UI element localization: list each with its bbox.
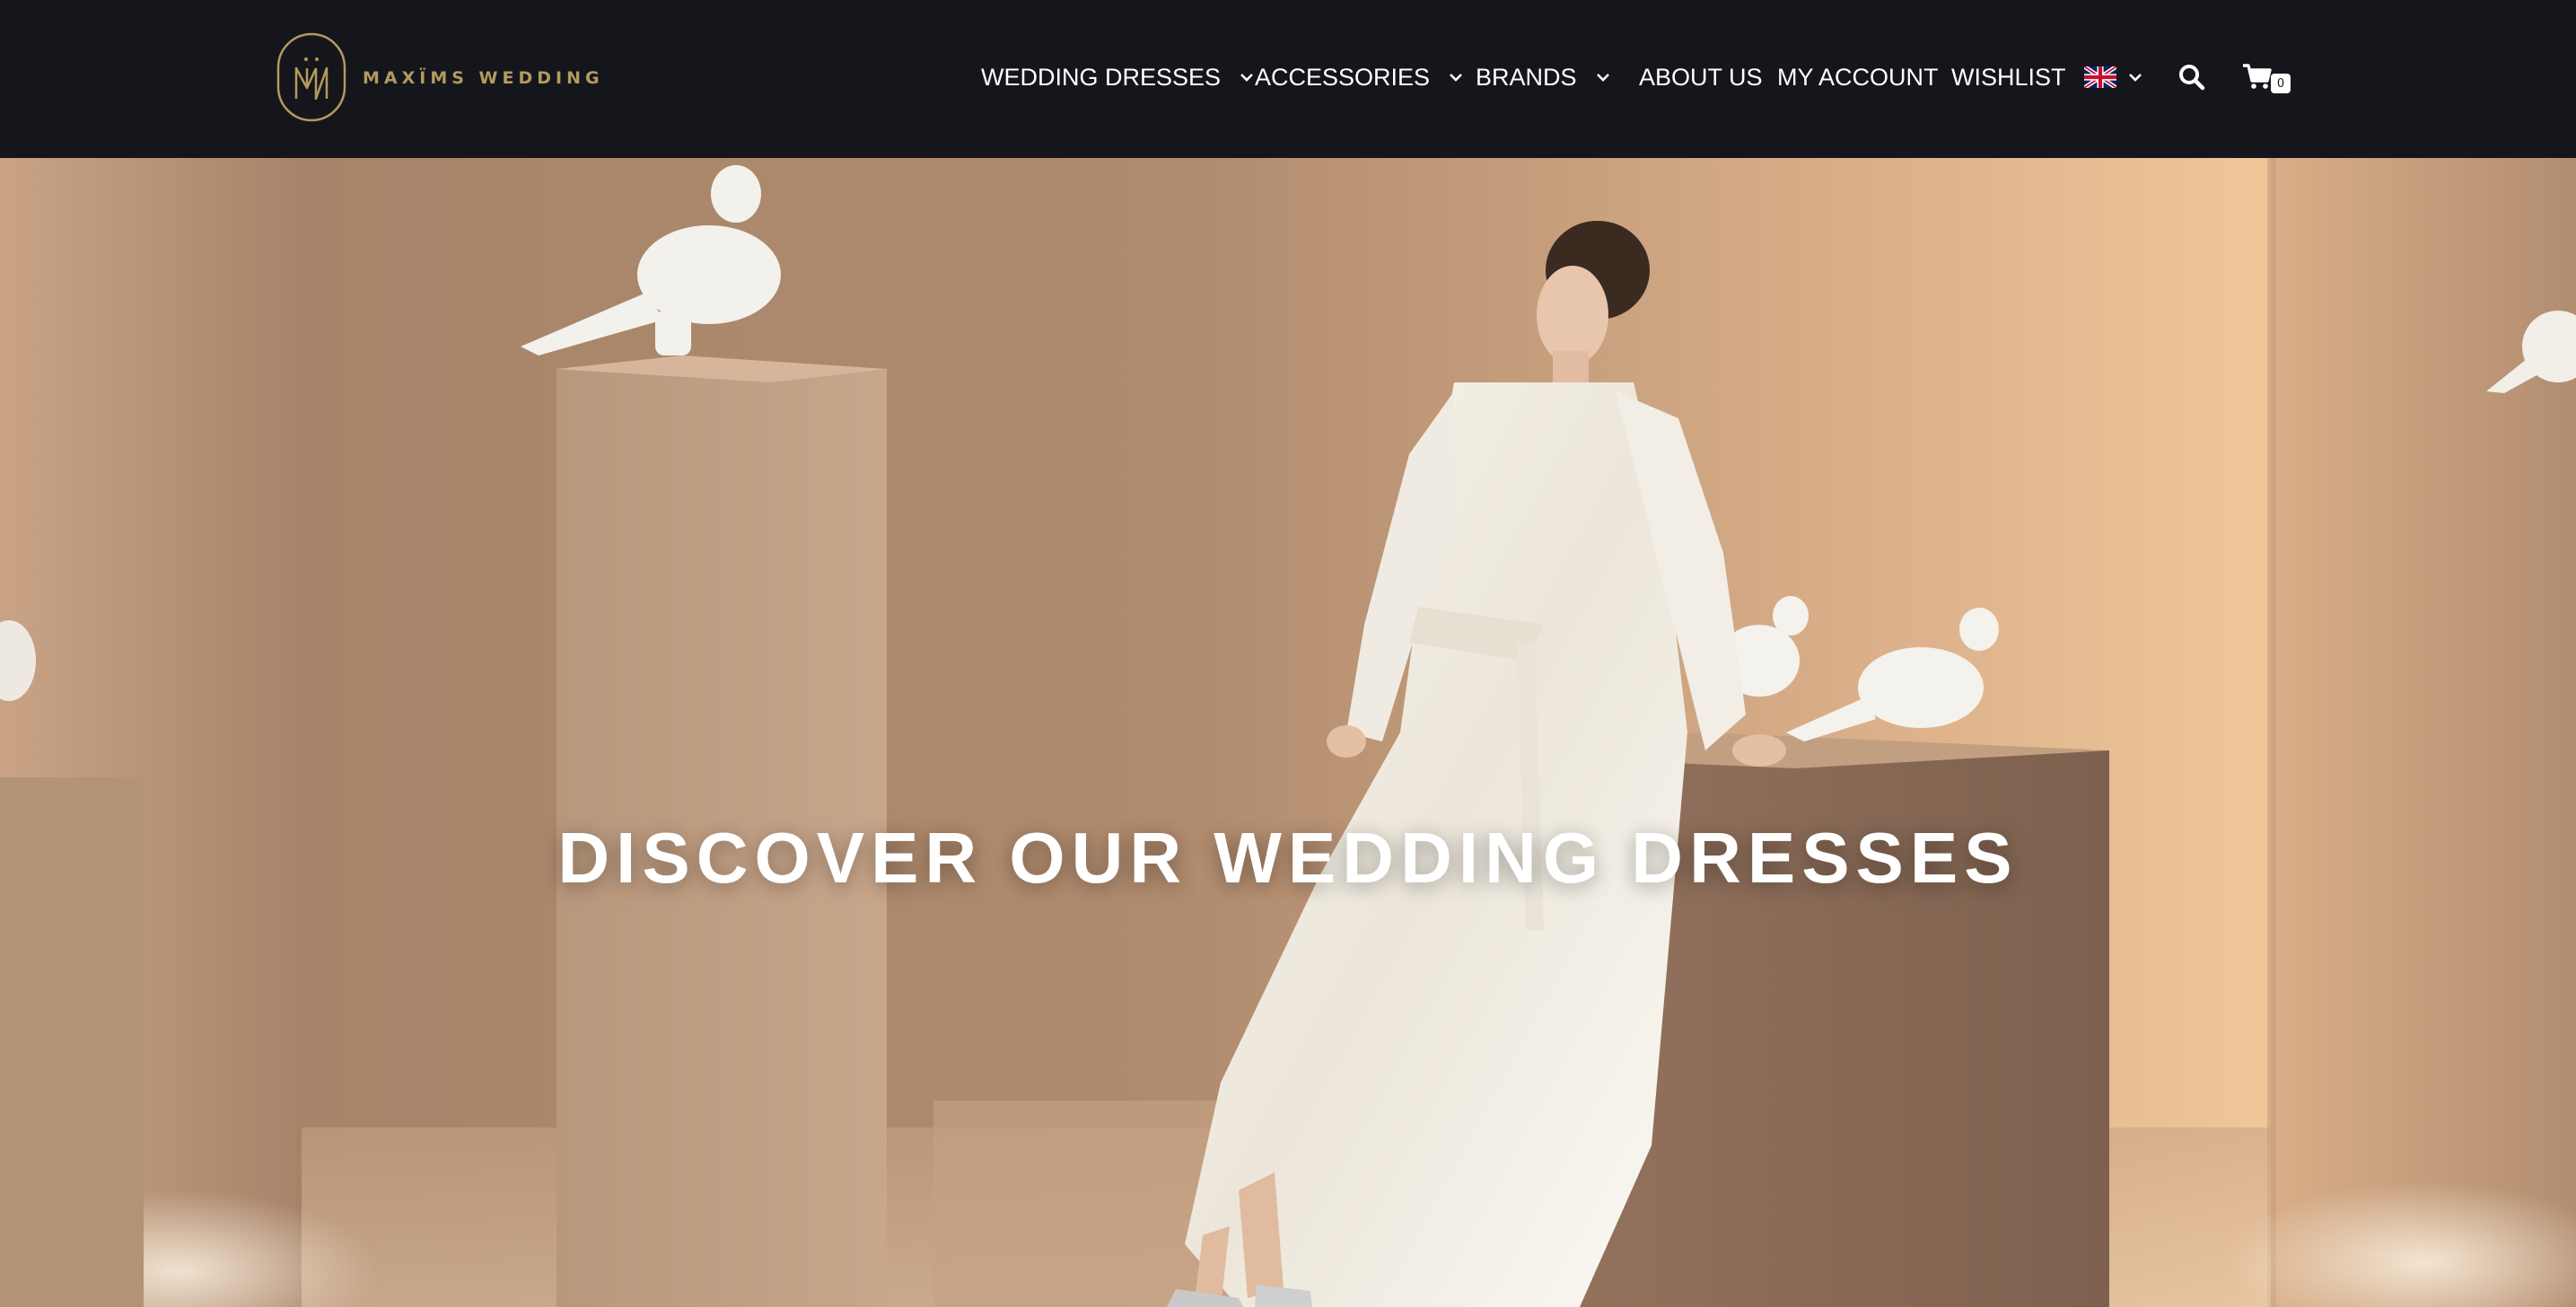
nav-item-label: MY ACCOUNT <box>1777 63 1939 91</box>
hero-image <box>0 158 2576 1307</box>
hero-title: DISCOVER OUR WEDDING DRESSES <box>557 817 2019 898</box>
search-icon <box>2179 65 2205 91</box>
cart-button[interactable]: 0 <box>2240 54 2291 101</box>
nav-item-label: WEDDING DRESSES <box>981 63 1222 91</box>
chevron-down-icon <box>1596 74 1609 82</box>
chevron-down-icon <box>1240 74 1253 82</box>
nav-item-wishlist[interactable]: WISHLIST <box>1951 54 2066 101</box>
nav-item-about-us[interactable]: ABOUT US <box>1639 54 1763 101</box>
search-button[interactable] <box>2176 54 2208 101</box>
uk-flag-icon <box>2084 66 2116 88</box>
nav-item-my-account[interactable]: MY ACCOUNT <box>1777 54 1939 101</box>
nav-item-label: WISHLIST <box>1951 63 2066 91</box>
nav-item-label: ABOUT US <box>1639 63 1763 91</box>
chevron-down-icon <box>1450 74 1462 82</box>
cart-count-badge: 0 <box>2271 74 2291 93</box>
nav-item-label: BRANDS <box>1476 63 1577 91</box>
site-header: MAXÏMS WEDDING WEDDING DRESSES ACCESSORI… <box>0 0 2576 158</box>
nav-item-accessories[interactable]: ACCESSORIES <box>1255 54 1464 101</box>
hero-banner[interactable]: DISCOVER OUR WEDDING DRESSES <box>0 158 2576 1307</box>
nav-item-wedding-dresses[interactable]: WEDDING DRESSES <box>981 54 1255 101</box>
language-switcher[interactable] <box>2084 54 2143 101</box>
main-nav: WEDDING DRESSES ACCESSORIES BRANDS ABOUT… <box>0 54 2576 101</box>
nav-item-brands[interactable]: BRANDS <box>1476 54 1611 101</box>
nav-item-label: ACCESSORIES <box>1255 63 1431 91</box>
cart-icon <box>2243 64 2272 89</box>
chevron-down-icon <box>2129 74 2142 82</box>
